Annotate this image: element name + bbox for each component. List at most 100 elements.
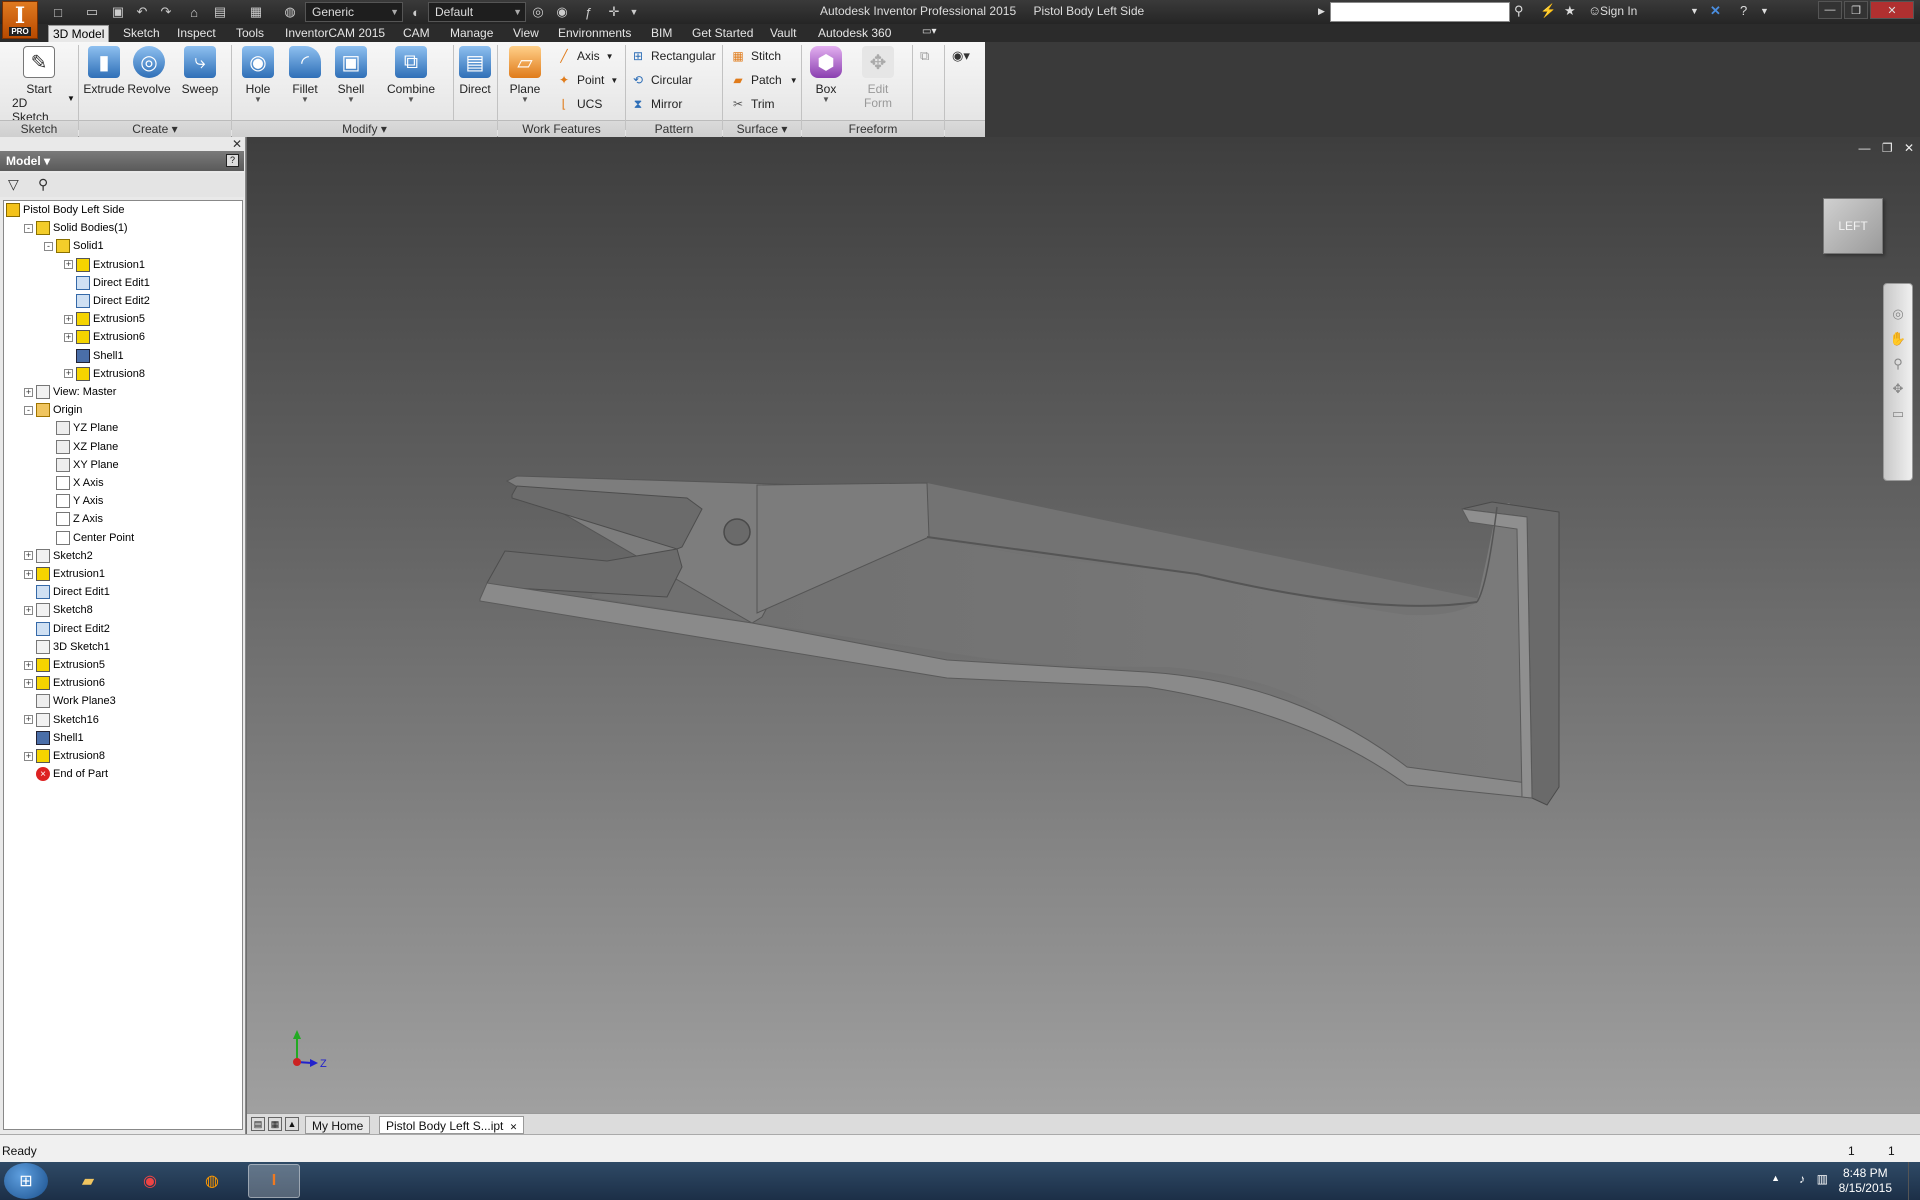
appearance-dropdown[interactable]: Default ▼ [428,2,526,22]
tree-node[interactable]: Y Axis [44,492,103,510]
tree-node[interactable]: + View: Master [24,383,116,401]
tab-sketch[interactable]: Sketch [119,25,164,42]
shell-button[interactable]: ▣ Shell ▼ [329,46,373,104]
graphics-viewport[interactable]: — ❐ ✕ LEFT ◎ ✋ ⚲ ✥ ▭ Z [247,137,1920,1113]
firefox-button[interactable]: ◍ [186,1164,238,1198]
patch-button[interactable]: ▰ Patch ▼ [730,70,797,90]
pan-icon[interactable]: ✋ [1890,331,1906,347]
hole-button[interactable]: ◉ Hole ▼ [236,46,280,104]
tree-node[interactable]: + Extrusion6 [64,328,145,346]
expand-icon[interactable]: + [24,605,33,615]
help-icon[interactable]: ? [1740,3,1747,18]
print-icon[interactable]: ▤ [212,3,228,21]
expand-icon[interactable]: + [24,569,33,579]
sweep-button[interactable]: ⤷ Sweep [178,46,222,96]
steering-wheel-icon[interactable]: ◎ [1892,306,1903,322]
search-input[interactable] [1330,2,1510,22]
panel-label-modify[interactable]: Modify ▾ [232,120,497,137]
material-dropdown[interactable]: Generic ▼ [305,2,403,22]
tab-bim[interactable]: BIM [647,25,676,42]
close-icon[interactable]: ✕ [232,137,242,151]
collapse-icon[interactable]: - [24,405,33,415]
close-button[interactable]: ✕ [1870,1,1914,19]
viewcube[interactable]: LEFT [1823,198,1883,254]
minimize-icon[interactable]: — [1858,141,1870,155]
fx-icon[interactable]: ƒ [580,3,596,21]
model-tree[interactable]: Pistol Body Left Side - Solid Bodies(1) - So… [3,200,243,1130]
expand-icon[interactable]: + [64,260,73,270]
revolve-button[interactable]: ◎ Revolve [127,46,171,96]
update-icon[interactable]: ▦ [248,3,264,21]
tile-icon[interactable]: ▤ [251,1117,265,1131]
tree-node[interactable]: + Extrusion5 [64,310,145,328]
app-menu-button[interactable]: I PRO [2,1,38,39]
expand-icon[interactable]: + [24,678,33,688]
tree-node[interactable]: Direct Edit2 [24,620,110,638]
clock[interactable]: 8:48 PM 8/15/2015 [1839,1166,1892,1196]
mirror-button[interactable]: ⧗ Mirror [630,94,683,114]
tab-vault[interactable]: Vault [766,25,800,42]
expand-icon[interactable]: + [64,314,73,324]
rectangular-pattern-button[interactable]: ⊞ Rectangular [630,46,716,66]
tree-node[interactable]: Center Point [44,529,134,547]
tab-tools[interactable]: Tools [232,25,268,42]
clear-appearance-icon[interactable]: ◉ [554,3,570,21]
undo-icon[interactable]: ↶ [134,3,150,21]
close-icon[interactable]: ✕ [1904,141,1914,155]
tree-node[interactable]: - Origin [24,401,82,419]
tab-3d-model[interactable]: 3D Model [48,25,110,42]
find-icon[interactable]: ⚲ [38,176,48,193]
tab-view[interactable]: View [509,25,543,42]
start-2d-sketch-button[interactable]: ✎ Start 2D Sketch [12,46,66,124]
tab-list-icon[interactable]: ▲ [285,1117,299,1131]
extrude-button[interactable]: ▮ Extrude [82,46,126,96]
tree-node[interactable]: Work Plane3 [24,692,116,710]
zoom-icon[interactable]: ⚲ [1893,356,1903,372]
network-icon[interactable]: ▥ [1817,1172,1828,1186]
ucs-button[interactable]: ⌊ UCS [556,94,603,114]
edit-form-button[interactable]: ✥ Edit Form [856,46,900,110]
tab-pistol-body[interactable]: Pistol Body Left S...ipt ✕ [379,1116,525,1134]
open-icon[interactable]: ▭ [84,3,100,21]
tree-node[interactable]: + Sketch2 [24,547,93,565]
tab-my-home[interactable]: My Home [305,1116,371,1134]
restore-icon[interactable]: ❐ [1882,141,1893,155]
minimize-button[interactable]: — [1818,1,1842,19]
tree-node[interactable]: Z Axis [44,510,103,528]
filter-icon[interactable]: ▽ [8,176,19,193]
new-icon[interactable]: □ [50,3,66,21]
chevron-down-icon[interactable]: ▼ [1690,6,1699,16]
tree-node[interactable]: X Axis [44,474,104,492]
browser-header[interactable]: Model ▾ [0,151,244,171]
point-button[interactable]: ✦ Point ▼ [556,70,618,90]
tree-node[interactable]: XY Plane [44,456,119,474]
box-button[interactable]: ⬢ Box ▼ [804,46,848,104]
panel-label-create[interactable]: Create ▾ [79,120,231,137]
tray-expand-icon[interactable]: ▲ [1771,1173,1780,1183]
expand-icon[interactable]: + [24,551,33,561]
fillet-button[interactable]: ◜ Fillet ▼ [283,46,327,104]
sign-in-link[interactable]: Sign In [1600,4,1637,18]
redo-icon[interactable]: ↷ [158,3,174,21]
start-button[interactable]: ⊞ [4,1163,48,1199]
expand-icon[interactable]: + [24,387,33,397]
expand-search-icon[interactable]: ▶ [1318,6,1325,17]
part-model[interactable] [247,137,1920,1113]
tab-autodesk-360[interactable]: Autodesk 360 [814,25,895,42]
tree-node[interactable]: Pistol Body Left Side [6,201,125,219]
stitch-button[interactable]: ▦ Stitch [730,46,781,66]
expand-icon[interactable]: + [24,751,33,761]
help-icon[interactable]: ? [226,154,239,167]
explorer-button[interactable]: ▰ [62,1164,114,1198]
tree-node[interactable]: + Extrusion8 [24,747,105,765]
tree-node[interactable]: + Extrusion1 [24,565,105,583]
circular-pattern-button[interactable]: ⟲ Circular [630,70,692,90]
tree-node[interactable]: + Extrusion8 [64,365,145,383]
tree-node[interactable]: YZ Plane [44,419,118,437]
tree-node[interactable]: Shell1 [24,729,84,747]
measure-icon[interactable]: ✛ [606,3,622,21]
convert-icon[interactable]: ⧉ [920,48,929,64]
expand-icon[interactable]: + [24,715,33,725]
expand-icon[interactable]: + [64,369,73,379]
trim-button[interactable]: ✂ Trim [730,94,775,114]
